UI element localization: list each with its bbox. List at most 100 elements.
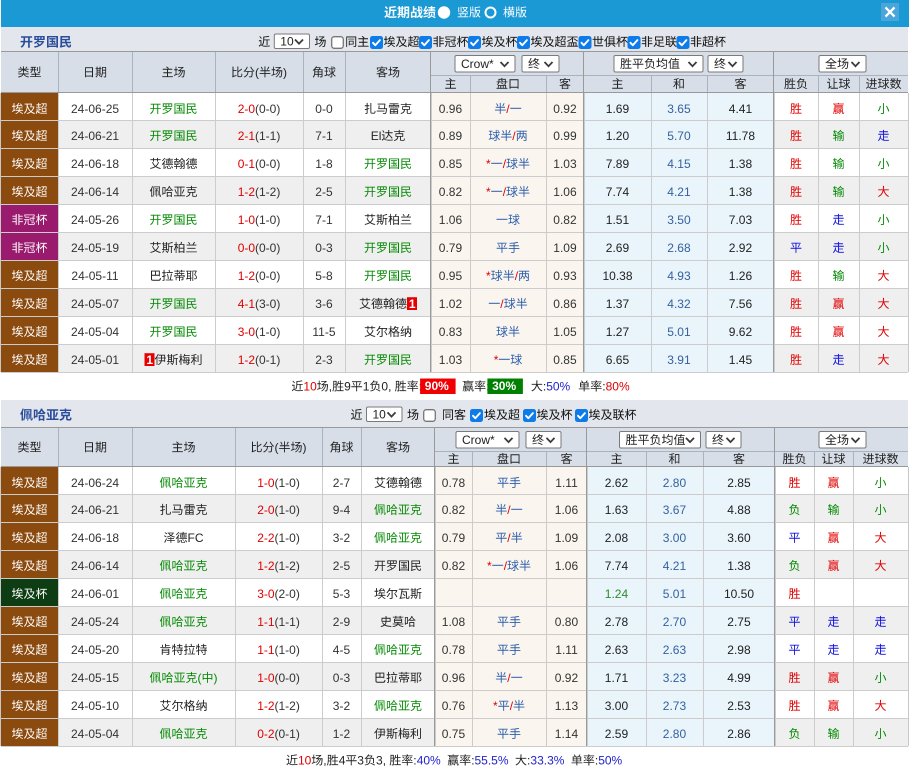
svg-text:0.92: 0.92 bbox=[555, 671, 579, 685]
svg-text:,: , bbox=[388, 380, 391, 394]
svg-text:30%: 30% bbox=[492, 379, 516, 393]
svg-text:4.21: 4.21 bbox=[663, 559, 687, 573]
svg-text:0.95: 0.95 bbox=[439, 269, 463, 283]
svg-text:,: , bbox=[383, 754, 386, 768]
svg-text:3.50: 3.50 bbox=[667, 213, 691, 227]
svg-text:2.78: 2.78 bbox=[605, 615, 629, 629]
svg-text:*: * bbox=[487, 559, 492, 573]
svg-text:1-2: 1-2 bbox=[238, 185, 256, 199]
svg-text:2.80: 2.80 bbox=[663, 476, 687, 490]
svg-text:2.86: 2.86 bbox=[727, 727, 751, 741]
svg-text:2-9: 2-9 bbox=[333, 615, 351, 629]
svg-text:1.38: 1.38 bbox=[729, 157, 753, 171]
svg-text:2.98: 2.98 bbox=[727, 643, 751, 657]
svg-text:(1-1): (1-1) bbox=[255, 129, 280, 143]
svg-text:5-8: 5-8 bbox=[315, 269, 333, 283]
svg-text:0-3: 0-3 bbox=[315, 241, 333, 255]
svg-text:1-2: 1-2 bbox=[238, 353, 256, 367]
svg-text:2-1: 2-1 bbox=[238, 129, 256, 143]
svg-text:2-7: 2-7 bbox=[333, 476, 351, 490]
svg-text:11.78: 11.78 bbox=[726, 129, 755, 143]
svg-text:7.74: 7.74 bbox=[606, 185, 630, 199]
svg-text:3.00: 3.00 bbox=[663, 531, 687, 545]
svg-text:): ) bbox=[214, 671, 218, 685]
svg-text:4.93: 4.93 bbox=[667, 269, 691, 283]
svg-text:0.78: 0.78 bbox=[442, 476, 466, 490]
svg-text:1-1: 1-1 bbox=[257, 615, 275, 629]
svg-text:1.11: 1.11 bbox=[555, 643, 578, 657]
svg-text:1.45: 1.45 bbox=[729, 353, 753, 367]
svg-text:4-1: 4-1 bbox=[238, 297, 256, 311]
svg-text:(1-0): (1-0) bbox=[255, 325, 280, 339]
svg-text:*: * bbox=[486, 185, 491, 199]
svg-text:24-05-04: 24-05-04 bbox=[71, 325, 119, 339]
svg-text:2.69: 2.69 bbox=[606, 241, 630, 255]
svg-text:10: 10 bbox=[373, 408, 387, 422]
svg-text:5-3: 5-3 bbox=[333, 587, 351, 601]
svg-text:0.92: 0.92 bbox=[553, 102, 577, 116]
svg-text:0-3: 0-3 bbox=[333, 671, 351, 685]
svg-text:2.63: 2.63 bbox=[663, 643, 687, 657]
svg-text:7.56: 7.56 bbox=[729, 297, 753, 311]
svg-text:55.5%: 55.5% bbox=[475, 754, 509, 768]
svg-text:1-0: 1-0 bbox=[238, 213, 256, 227]
svg-text:2.80: 2.80 bbox=[663, 727, 687, 741]
svg-text:24-05-26: 24-05-26 bbox=[71, 213, 119, 227]
svg-text:2.63: 2.63 bbox=[605, 643, 629, 657]
svg-text:(0-0): (0-0) bbox=[275, 671, 300, 685]
svg-text:FC: FC bbox=[188, 531, 204, 545]
svg-text:1.14: 1.14 bbox=[555, 727, 579, 741]
svg-text:2.59: 2.59 bbox=[605, 727, 629, 741]
svg-text:1.27: 1.27 bbox=[606, 325, 630, 339]
svg-text:24-05-15: 24-05-15 bbox=[71, 671, 119, 685]
svg-text:2.68: 2.68 bbox=[667, 241, 691, 255]
svg-text:24-05-20: 24-05-20 bbox=[71, 643, 119, 657]
svg-text:2.75: 2.75 bbox=[727, 615, 751, 629]
svg-text:7.89: 7.89 bbox=[606, 157, 630, 171]
svg-text:0.99: 0.99 bbox=[553, 129, 577, 143]
svg-text:3.23: 3.23 bbox=[663, 671, 687, 685]
svg-text:6.65: 6.65 bbox=[606, 353, 630, 367]
svg-text:2.70: 2.70 bbox=[663, 615, 687, 629]
svg-text:4-5: 4-5 bbox=[333, 643, 351, 657]
svg-text:(0-0): (0-0) bbox=[255, 269, 280, 283]
svg-text:2-2: 2-2 bbox=[257, 531, 275, 545]
svg-text:9: 9 bbox=[344, 380, 351, 394]
svg-text:1.06: 1.06 bbox=[555, 559, 579, 573]
svg-text:1.71: 1.71 bbox=[605, 671, 629, 685]
svg-text:24-05-07: 24-05-07 bbox=[71, 297, 119, 311]
svg-text:24-06-18: 24-06-18 bbox=[71, 157, 119, 171]
svg-text:10: 10 bbox=[280, 35, 294, 49]
svg-text:7-1: 7-1 bbox=[315, 129, 333, 143]
svg-text:4.32: 4.32 bbox=[667, 297, 691, 311]
svg-text:4: 4 bbox=[339, 754, 346, 768]
svg-text:50%: 50% bbox=[546, 380, 570, 394]
svg-text:2-0: 2-0 bbox=[257, 503, 275, 517]
svg-text:1.37: 1.37 bbox=[606, 297, 630, 311]
svg-text:1.05: 1.05 bbox=[553, 325, 577, 339]
svg-text:Crow*: Crow* bbox=[462, 433, 495, 447]
svg-text:3.67: 3.67 bbox=[663, 503, 687, 517]
svg-text:7.03: 7.03 bbox=[729, 213, 753, 227]
svg-text:2-5: 2-5 bbox=[333, 559, 351, 573]
svg-text:1-2: 1-2 bbox=[257, 559, 275, 573]
svg-text:(2-0): (2-0) bbox=[275, 587, 300, 601]
svg-text:1.03: 1.03 bbox=[553, 157, 577, 171]
svg-text:90%: 90% bbox=[425, 379, 449, 393]
svg-text:0.89: 0.89 bbox=[439, 129, 463, 143]
svg-text:3: 3 bbox=[357, 754, 364, 768]
svg-text:(0-1): (0-1) bbox=[255, 353, 280, 367]
svg-text:1.06: 1.06 bbox=[553, 185, 577, 199]
svg-text:1.69: 1.69 bbox=[606, 102, 630, 116]
svg-text:1: 1 bbox=[363, 380, 370, 394]
svg-text:1.38: 1.38 bbox=[727, 559, 751, 573]
svg-text:(1-0): (1-0) bbox=[275, 643, 300, 657]
svg-text:(0-1): (0-1) bbox=[275, 727, 300, 741]
svg-text:*: * bbox=[493, 699, 498, 713]
svg-text:24-05-01: 24-05-01 bbox=[71, 353, 119, 367]
svg-text:24-05-04: 24-05-04 bbox=[71, 727, 119, 741]
svg-text:0.82: 0.82 bbox=[553, 213, 577, 227]
svg-text:7.74: 7.74 bbox=[605, 559, 629, 573]
svg-text:(1-2): (1-2) bbox=[275, 559, 300, 573]
svg-text:*: * bbox=[486, 157, 491, 171]
